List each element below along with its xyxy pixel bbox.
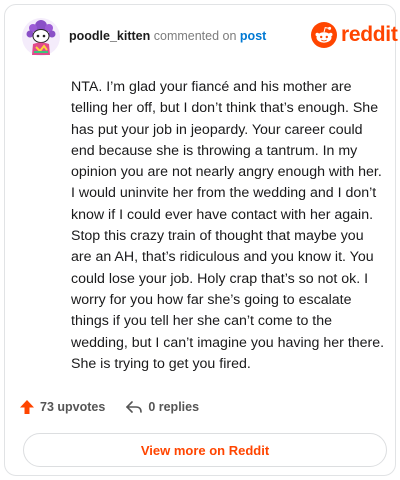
reddit-wordmark: reddit <box>341 23 398 46</box>
comment-card: poodle_kitten commented on post reddit N… <box>4 4 398 476</box>
action-text: commented on <box>153 29 237 43</box>
reply-count: 0 replies <box>148 400 200 414</box>
upvote-button[interactable]: 73 upvotes <box>19 399 105 415</box>
post-link[interactable]: post <box>240 29 266 43</box>
reply-button[interactable]: 0 replies <box>125 399 199 415</box>
reddit-logo[interactable]: reddit <box>311 21 398 49</box>
upvote-arrow-icon <box>20 400 34 414</box>
snoo-avatar-icon <box>22 18 60 56</box>
reddit-snoo-icon <box>311 22 337 48</box>
comment-header: poodle_kitten commented on post <box>69 29 266 43</box>
comment-text: NTA. I’m glad your fiancé and his mother… <box>71 79 385 372</box>
user-avatar[interactable] <box>21 17 61 57</box>
reply-arrow-icon <box>126 401 143 413</box>
comment-actions: 73 upvotes 0 replies <box>19 399 199 415</box>
username[interactable]: poodle_kitten <box>69 29 150 43</box>
upvote-count: 73 upvotes <box>40 400 106 414</box>
view-more-button[interactable]: View more on Reddit <box>23 433 387 467</box>
